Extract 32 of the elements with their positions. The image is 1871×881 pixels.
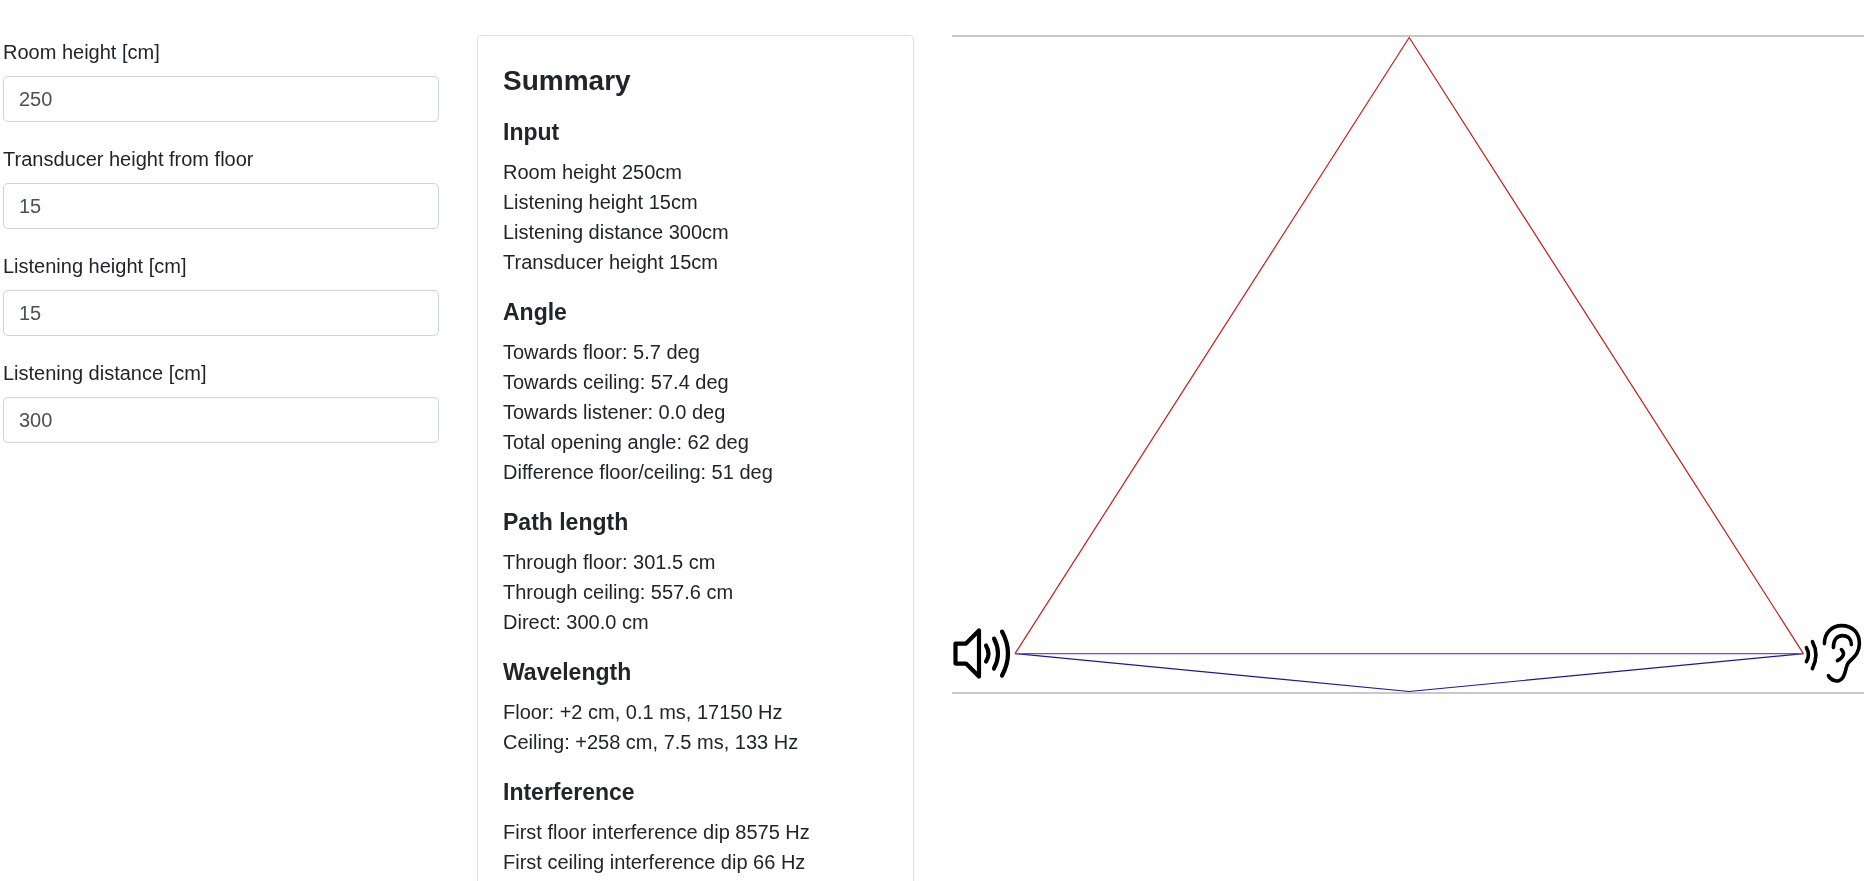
summary-line: Floor: +2 cm, 0.1 ms, 17150 Hz xyxy=(503,700,783,725)
summary-line: Towards listener: 0.0 deg xyxy=(503,400,726,425)
summary-line: Towards floor: 5.7 deg xyxy=(503,340,700,365)
summary-line: Through floor: 301.5 cm xyxy=(503,550,716,575)
summary-title: Summary xyxy=(503,64,631,98)
ear-icon xyxy=(1804,623,1862,683)
summary-line: First ceiling interference dip 66 Hz xyxy=(503,850,806,875)
summary-line: Difference floor/ceiling: 51 deg xyxy=(503,460,773,485)
summary-line: Towards ceiling: 57.4 deg xyxy=(503,370,729,395)
input-field[interactable]: 250 xyxy=(3,76,439,122)
field-label: Listening distance [cm] xyxy=(3,361,207,386)
summary-line: Listening height 15cm xyxy=(503,190,698,215)
section-heading: Input xyxy=(503,118,560,147)
input-field[interactable]: 15 xyxy=(3,183,439,229)
input-field[interactable]: 15 xyxy=(3,290,439,336)
section-heading: Path length xyxy=(503,508,629,537)
summary-line: Listening distance 300cm xyxy=(503,220,729,245)
summary-line: Room height 250cm xyxy=(503,160,682,185)
section-heading: Angle xyxy=(503,298,567,327)
section-heading: Interference xyxy=(503,778,635,807)
input-field[interactable]: 300 xyxy=(3,397,439,443)
summary-line: First floor interference dip 8575 Hz xyxy=(503,820,810,845)
summary-line: Through ceiling: 557.6 cm xyxy=(503,580,734,605)
field-label: Listening height [cm] xyxy=(3,254,187,279)
field-label: Room height [cm] xyxy=(3,40,160,65)
section-heading: Wavelength xyxy=(503,658,632,687)
summary-line: Transducer height 15cm xyxy=(503,250,718,275)
summary-line: Ceiling: +258 cm, 7.5 ms, 133 Hz xyxy=(503,730,799,755)
summary-line: Direct: 300.0 cm xyxy=(503,610,649,635)
field-label: Transducer height from floor xyxy=(3,147,254,172)
speaker-icon xyxy=(953,628,1011,679)
summary-line: Total opening angle: 62 deg xyxy=(503,430,749,455)
